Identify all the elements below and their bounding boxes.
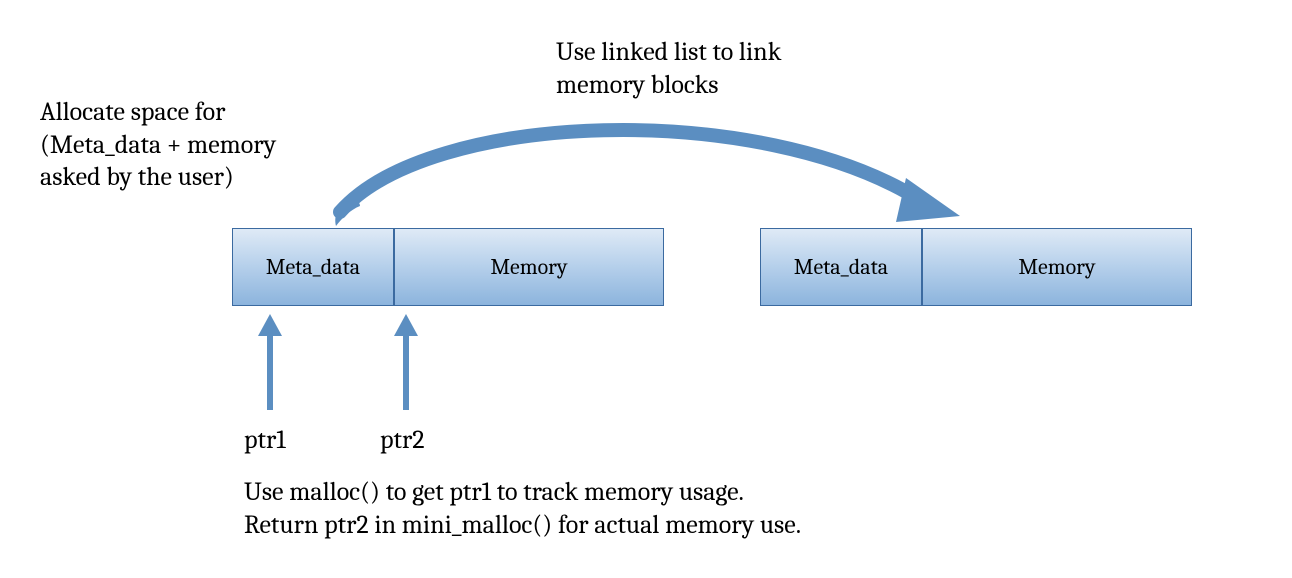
block-left-meta-data: Meta_data (232, 228, 394, 306)
ptr1-arrow-icon (258, 314, 282, 410)
block-right-meta-data: Meta_data (760, 228, 922, 306)
block-left-memory: Memory (394, 228, 664, 306)
block-right-memory: Memory (922, 228, 1192, 306)
label-ptr1: ptr1 (244, 424, 286, 457)
annotation-allocate-space: Allocate space for (Meta_data + memory a… (40, 96, 276, 194)
label-ptr2: ptr2 (380, 424, 425, 457)
annotation-linked-list: Use linked list to link memory blocks (556, 36, 781, 101)
diagram-canvas: { "annotations": { "top_right_line1": "U… (0, 0, 1292, 578)
ptr2-arrow-icon (394, 314, 418, 410)
linked-list-arrow-icon (335, 130, 960, 226)
annotation-usage: Use malloc() to get ptr1 to track memory… (244, 476, 801, 541)
